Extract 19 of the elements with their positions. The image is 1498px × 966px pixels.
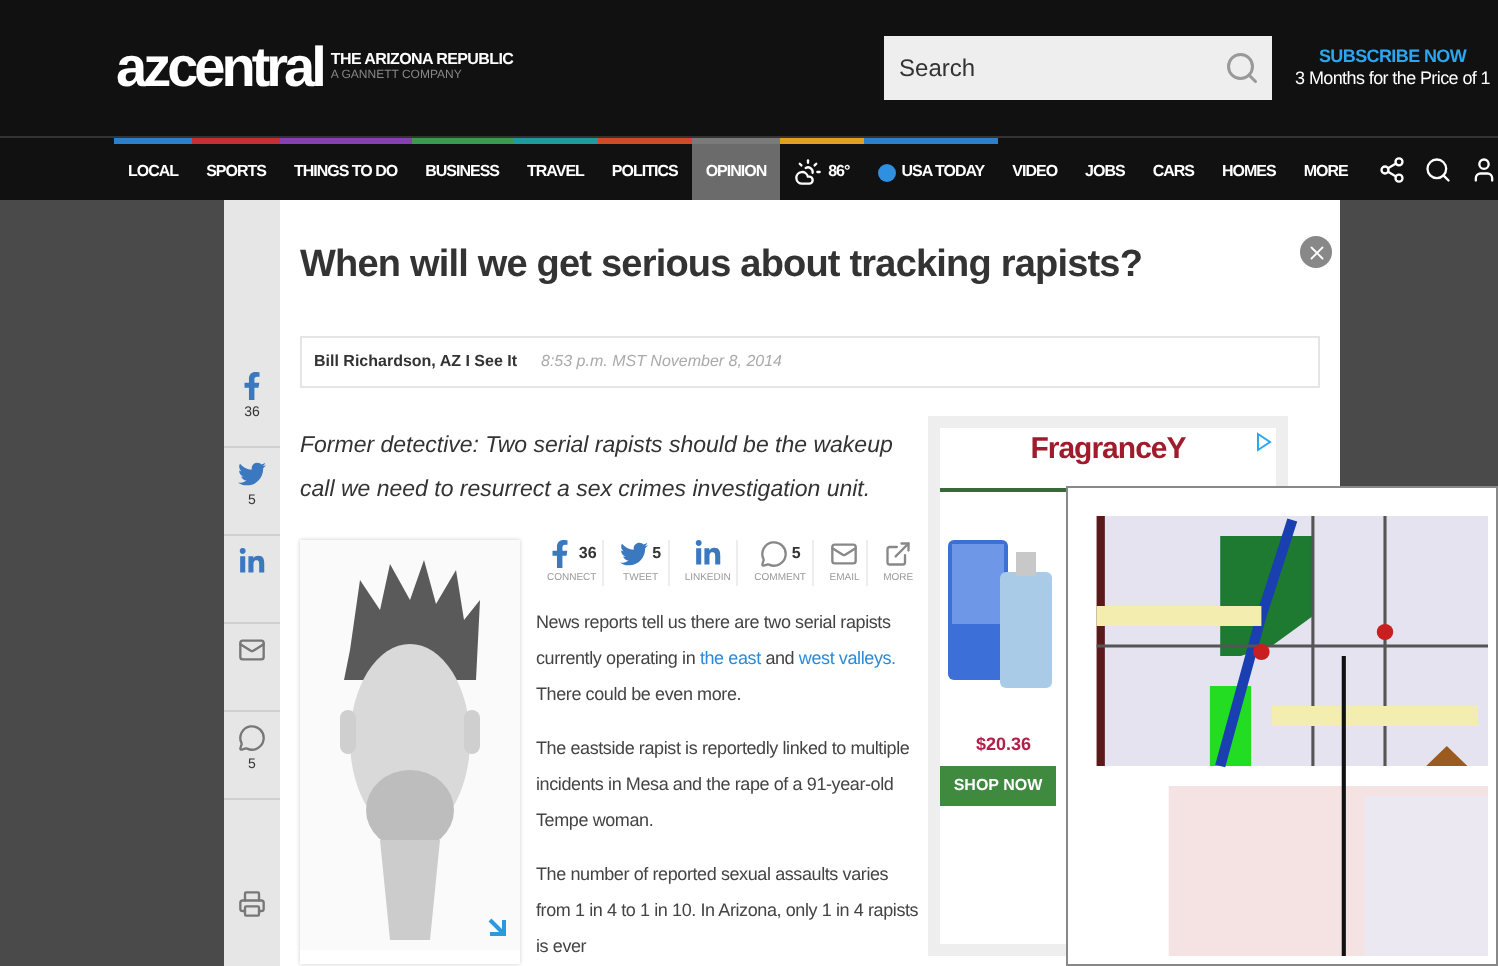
ad-price: $20.36: [976, 731, 1032, 757]
article-link[interactable]: the east: [699, 648, 761, 668]
byline-date: 8:53 p.m. MST November 8, 2014: [541, 349, 782, 373]
subscribe-offer: 3 Months for the Price of 1: [1295, 68, 1490, 91]
publisher-name: THE ARIZONA REPUBLIC: [330, 50, 514, 69]
article-title: When will we get serious about tracking rapists?: [300, 242, 1143, 290]
article-paragraph: News reports tell us there are two serial rapists currently operating in the east and west valleys. There could be even more.: [536, 610, 898, 708]
article-paragraph: The number of reported sexual assaults varies from 1 in 4 to 1 in 10. In Arizona, only 1 in 4 rapists is ever: [536, 862, 921, 960]
ad-brand: FragranceY: [1030, 433, 1186, 463]
logo[interactable]: azcentral: [116, 40, 323, 96]
nav-tab[interactable]: OPINION: [691, 138, 781, 200]
nav-tab[interactable]: LOCAL: [114, 138, 193, 200]
subscribe-link[interactable]: SUBSCRIBE NOW: [1318, 45, 1467, 68]
search-field[interactable]: Search: [883, 36, 1272, 100]
byline-author: Bill Richardson, AZ I See It: [314, 349, 517, 373]
article-paragraph: The eastside rapist is reportedly linked to multiple incidents in Mesa and the rape of a 91-year-old Tempe woman.: [536, 736, 912, 834]
article-link[interactable]: west valleys.: [798, 648, 896, 668]
article-summary: Former detective: Two serial rapists should be the wakeup call we need to resurrect a sex crimes investigation unit.: [300, 431, 895, 505]
shop-now-button[interactable]: SHOP NOW: [940, 766, 1056, 806]
